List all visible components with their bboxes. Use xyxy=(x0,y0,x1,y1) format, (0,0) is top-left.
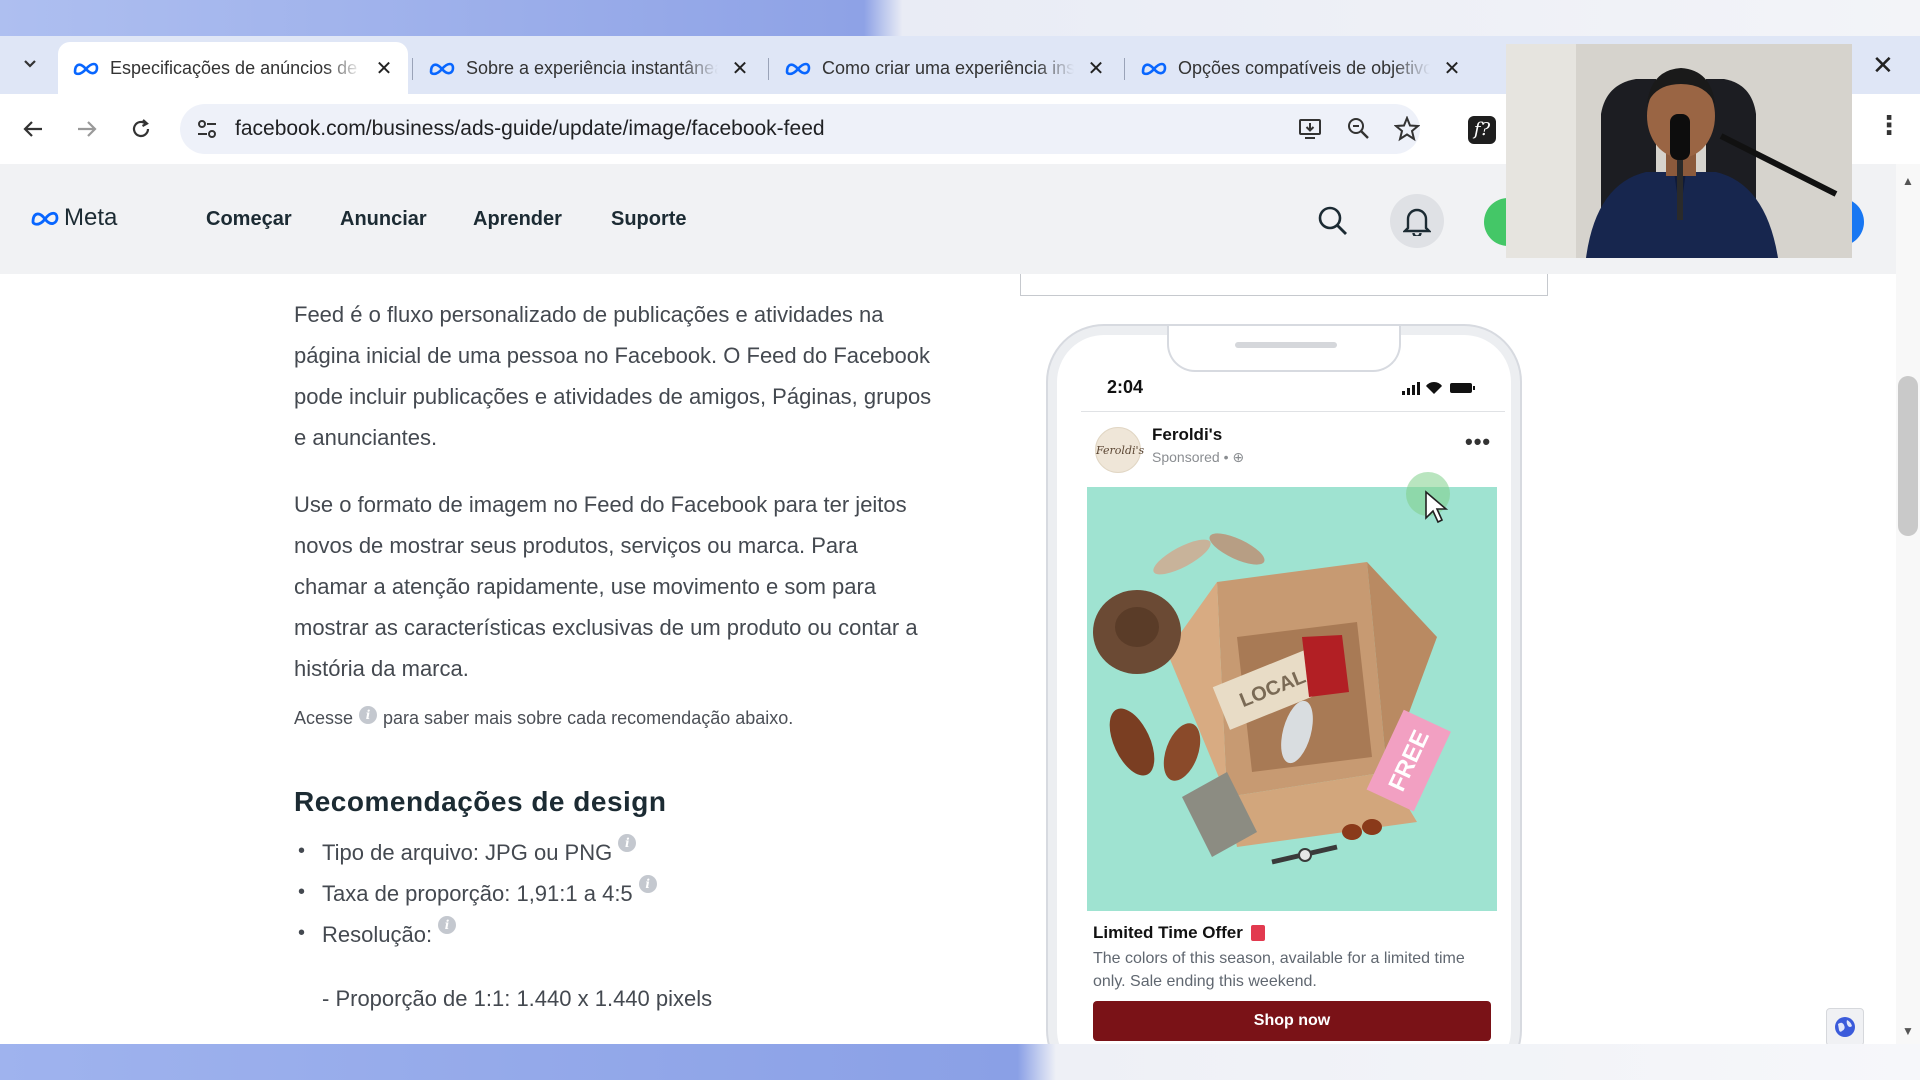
list-item-text: Tipo de arquivo: JPG ou PNG xyxy=(322,840,613,865)
bookmark-star-icon[interactable] xyxy=(1394,116,1420,142)
feed-description-paragraph: Feed é o fluxo personalizado de publicaç… xyxy=(294,302,932,450)
info-icon[interactable]: i xyxy=(438,916,457,934)
more-options-icon: ••• xyxy=(1465,429,1492,454)
status-time: 2:04 xyxy=(1107,377,1144,397)
nav-link-aprender[interactable]: Aprender xyxy=(473,208,562,231)
placement-select[interactable] xyxy=(1020,274,1548,296)
tab-close-icon[interactable]: ✕ xyxy=(374,56,394,81)
zoom-icon[interactable] xyxy=(1346,116,1372,142)
info-note: Acesse i para saber mais sobre cada reco… xyxy=(294,705,794,729)
bell-icon xyxy=(1403,208,1431,236)
resolution-sub-item: - Proporção de 1:1: 1.440 x 1.440 pixels xyxy=(322,986,713,1011)
meta-logo-icon xyxy=(73,62,99,76)
page-avatar: Feroldi's xyxy=(1095,427,1144,473)
install-app-icon[interactable] xyxy=(1298,116,1324,142)
presenter-video-image xyxy=(1506,44,1852,258)
info-icon[interactable]: i xyxy=(618,834,637,852)
info-icon[interactable]: i xyxy=(359,705,378,724)
site-settings-icon[interactable] xyxy=(194,116,220,142)
bullet: • xyxy=(298,840,306,862)
globe-icon xyxy=(1835,1017,1855,1037)
ad-image: LOCAL FREE xyxy=(1087,487,1497,911)
address-bar[interactable]: facebook.com/business/ads-guide/update/i… xyxy=(180,104,1420,154)
tab-title: Especificações de anúncios de c xyxy=(110,57,362,78)
design-recommendations-list: • Tipo de arquivo: JPG ou PNG i • Taxa d… xyxy=(294,834,657,963)
list-item: • Taxa de proporção: 1,91:1 a 4:5 i xyxy=(294,875,657,922)
tab-title: Opções compatíveis de objetivo xyxy=(1178,57,1430,78)
phone-notch xyxy=(1167,326,1401,372)
tab-separator xyxy=(1124,58,1125,80)
list-item: • Resolução: i xyxy=(294,916,657,963)
phone-speaker xyxy=(1235,342,1337,348)
note-text-before: Acesse xyxy=(294,708,354,728)
scroll-up-arrow-icon[interactable]: ▲ xyxy=(1902,174,1914,188)
nav-link-suporte[interactable]: Suporte xyxy=(611,208,687,231)
info-icon[interactable]: i xyxy=(638,875,657,893)
meta-logo-icon xyxy=(429,62,455,76)
tab-title: Como criar uma experiência ins xyxy=(822,57,1074,78)
article-content: Feed é o fluxo personalizado de publicaç… xyxy=(0,274,1896,1044)
sponsored-label: Sponsored • ⊕ xyxy=(1152,449,1244,466)
nav-link-anunciar[interactable]: Anunciar xyxy=(340,208,427,231)
brand-name: Meta xyxy=(64,204,118,231)
chevron-down-icon xyxy=(24,60,36,68)
ad-description: The colors of this season, available for… xyxy=(1093,950,1465,990)
meta-brand-logo[interactable]: Meta xyxy=(30,204,117,232)
nav-link-comecar[interactable]: Começar xyxy=(206,208,292,231)
globe-small-icon: ⊕ xyxy=(1232,449,1245,465)
tab-create-experience[interactable]: Como criar uma experiência ins ✕ xyxy=(770,42,1120,94)
design-recommendations-title: Recomendações de design xyxy=(294,786,667,817)
ad-headline-text: Limited Time Offer xyxy=(1093,923,1243,942)
tab-close-icon[interactable]: ✕ xyxy=(730,56,750,81)
tab-close-icon[interactable]: ✕ xyxy=(1086,56,1106,81)
shop-now-button[interactable]: Shop now xyxy=(1093,1001,1491,1041)
window-top-stripe xyxy=(0,0,1920,36)
back-icon[interactable] xyxy=(16,112,50,146)
scroll-down-arrow-icon[interactable]: ▼ xyxy=(1902,1024,1914,1038)
extension-icon[interactable]: f? xyxy=(1468,116,1496,144)
list-item-text: Taxa de proporção: 1,91:1 a 4:5 xyxy=(322,881,633,906)
page-name: Feroldi's xyxy=(1152,425,1223,444)
bullet: • xyxy=(298,881,306,903)
image-format-paragraph: Use o formato de imagem no Feed do Faceb… xyxy=(294,492,918,681)
offer-badge-icon xyxy=(1250,925,1265,941)
tab-instant-experience[interactable]: Sobre a experiência instantânea ✕ xyxy=(414,42,764,94)
meta-logo-icon xyxy=(31,211,59,226)
reload-icon[interactable] xyxy=(124,112,158,146)
page-scrollbar[interactable]: ▲ ▼ xyxy=(1896,164,1920,1044)
language-globe-button[interactable] xyxy=(1826,1008,1864,1044)
tab-close-icon[interactable]: ✕ xyxy=(1442,56,1462,81)
scrollbar-thumb[interactable] xyxy=(1898,376,1918,536)
tab-ad-specs[interactable]: Especificações de anúncios de c ✕ xyxy=(58,42,408,94)
window-close-icon[interactable]: ✕ xyxy=(1872,50,1894,81)
sponsored-text: Sponsored • xyxy=(1152,449,1229,465)
tab-separator xyxy=(768,58,769,80)
tab-objective-options[interactable]: Opções compatíveis de objetivo ✕ xyxy=(1126,42,1476,94)
meta-logo-icon xyxy=(785,62,811,76)
bullet: • xyxy=(298,922,306,944)
tab-separator xyxy=(412,58,413,80)
window-bottom-stripe xyxy=(0,1044,1920,1080)
list-item: • Tipo de arquivo: JPG ou PNG i xyxy=(294,834,657,881)
phone-divider xyxy=(1081,411,1505,412)
webcam-overlay xyxy=(1506,44,1852,258)
ad-headline: Limited Time Offer xyxy=(1093,923,1265,943)
url-text: facebook.com/business/ads-guide/update/i… xyxy=(235,117,825,140)
browser-menu-icon[interactable]: ⋮ xyxy=(1876,110,1902,141)
notifications-button[interactable] xyxy=(1390,194,1444,248)
meta-logo-icon xyxy=(1141,62,1167,76)
tab-search-dropdown[interactable] xyxy=(14,48,46,80)
search-icon[interactable] xyxy=(1316,204,1350,238)
open-box-products-illustration: LOCAL FREE xyxy=(1087,487,1497,911)
forward-icon[interactable] xyxy=(70,112,104,146)
mouse-cursor-icon xyxy=(1406,472,1450,524)
signal-wifi-battery-icon xyxy=(1402,382,1475,395)
list-item-text: Resolução: xyxy=(322,922,433,947)
note-text-after: para saber mais sobre cada recomendação … xyxy=(383,708,794,728)
phone-preview: 2:04 Feroldi's Feroldi's Sponsored • ⊕ •… xyxy=(1048,326,1520,1044)
tab-title: Sobre a experiência instantânea xyxy=(466,57,718,78)
